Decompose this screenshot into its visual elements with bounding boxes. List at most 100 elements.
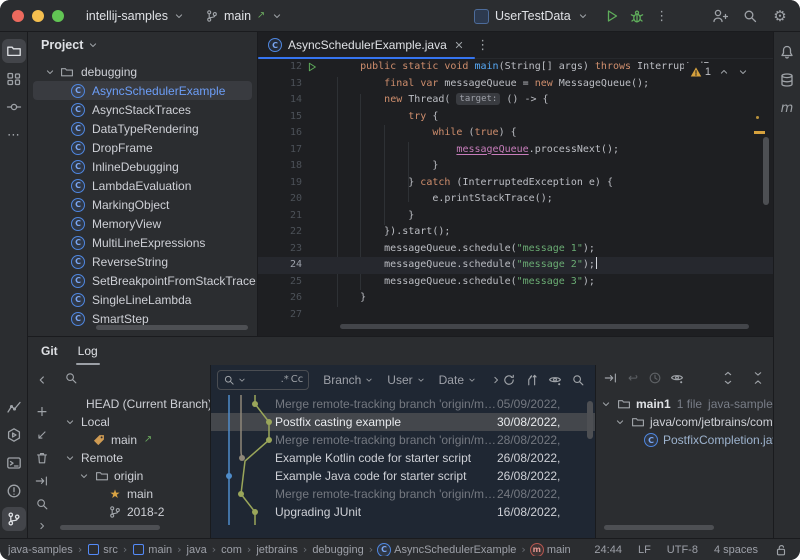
project-tree-item[interactable]: C DropFrame	[28, 138, 257, 157]
commit-row[interactable]: Postfix casting example 30/08/2022,	[211, 413, 595, 431]
breadcrumb-item[interactable]: java	[187, 544, 207, 556]
changed-files-root-row[interactable]: main1 1 file java-samples/sr	[596, 395, 773, 413]
zoom-window-button[interactable]	[52, 9, 64, 22]
breadcrumb-item[interactable]: src	[87, 544, 118, 556]
filter-date[interactable]: Date	[439, 373, 477, 387]
graph-options-button[interactable]	[525, 373, 539, 387]
commit-row[interactable]: Upgrading JUnit 16/08/2022,	[211, 503, 595, 521]
run-button[interactable]	[604, 8, 620, 24]
commit-list-scrollbar[interactable]	[587, 401, 593, 439]
project-tree-item[interactable]: C DataTypeRendering	[28, 119, 257, 138]
files-horizontal-scrollbar[interactable]	[604, 525, 714, 530]
code-area[interactable]: 12 public static void main(String[] args…	[258, 59, 773, 336]
indent-setting[interactable]: 4 spaces	[714, 544, 758, 556]
branch-row[interactable]: Remote	[56, 449, 210, 467]
settings-button[interactable]: ⚙	[772, 8, 788, 24]
breadcrumb-item[interactable]: java-samples	[8, 544, 73, 556]
commit-row[interactable]: Example Java code for starter script 26/0…	[211, 467, 595, 485]
toolwindow-button-version-control[interactable]	[1, 507, 26, 531]
project-tree-root[interactable]: debugging	[28, 62, 257, 81]
more-filters-button[interactable]	[490, 374, 502, 386]
breadcrumb-item[interactable]: main	[132, 544, 172, 556]
match-case-toggle[interactable]: Cc	[291, 375, 303, 385]
breadcrumb-item[interactable]: jetbrains	[256, 544, 298, 556]
branch-row[interactable]: origin	[56, 467, 210, 485]
add-user-button[interactable]	[712, 8, 728, 24]
branch-search-field[interactable]	[56, 365, 210, 391]
collapse-all-button[interactable]	[751, 371, 765, 385]
breadcrumb-item[interactable]: com	[221, 544, 242, 556]
go-to-hash-button[interactable]	[571, 373, 585, 387]
branch-widget[interactable]: main ↗	[199, 6, 289, 26]
delete-branch-button[interactable]	[35, 451, 49, 465]
chevron-down-icon[interactable]	[44, 66, 56, 78]
line-ending[interactable]: LF	[638, 544, 651, 556]
hide-button[interactable]	[35, 373, 49, 387]
commit-row[interactable]: Merge remote-tracking branch 'origin/mai…	[211, 395, 595, 413]
expand-button[interactable]	[36, 520, 48, 532]
find-button[interactable]	[35, 497, 49, 511]
project-tree-item[interactable]: C AsyncStackTraces	[28, 100, 257, 119]
toolwindow-button-profiler[interactable]	[2, 395, 26, 419]
close-window-button[interactable]	[12, 9, 24, 22]
chevron-down-icon[interactable]	[64, 416, 76, 428]
new-branch-button[interactable]: +	[35, 405, 49, 419]
branch-row[interactable]: main ↗	[56, 431, 210, 449]
project-horizontal-scrollbar[interactable]	[96, 325, 248, 330]
next-problem-button[interactable]	[737, 66, 749, 78]
git-tab-log[interactable]: Log	[75, 337, 100, 365]
checkout-button[interactable]: ↙	[35, 428, 49, 442]
toolwindow-button-database[interactable]	[775, 68, 799, 92]
branches-horizontal-scrollbar[interactable]	[60, 525, 160, 530]
toolwindow-button-more-tools[interactable]: ⋯	[2, 123, 26, 147]
editor-horizontal-scrollbar[interactable]	[340, 324, 749, 329]
project-widget[interactable]: intellij-samples	[80, 6, 191, 26]
changed-files-dir-row[interactable]: java/com/jetbrains/compl	[596, 413, 773, 431]
toolwindow-button-services[interactable]	[2, 423, 26, 447]
jump-to-source-button[interactable]	[604, 371, 618, 385]
editor-vertical-scrollbar[interactable]	[763, 137, 769, 205]
chevron-down-icon[interactable]	[614, 416, 626, 428]
toolwindow-button-problems[interactable]	[2, 479, 26, 503]
project-tree-item[interactable]: C AsyncSchedulerExample	[33, 81, 252, 100]
encoding[interactable]: UTF-8	[667, 544, 698, 556]
filter-user[interactable]: User	[387, 373, 425, 387]
history-button[interactable]	[648, 371, 662, 385]
branch-row[interactable]: Local	[56, 413, 210, 431]
project-tree-item[interactable]: C MarkingObject	[28, 195, 257, 214]
project-tree-item[interactable]: C ReverseString	[28, 252, 257, 271]
project-panel-header[interactable]: Project	[28, 32, 257, 58]
more-actions-button[interactable]: ⋮	[654, 8, 670, 24]
project-tree-item[interactable]: C MemoryView	[28, 214, 257, 233]
inspection-widget[interactable]: 1	[683, 63, 751, 81]
regex-toggle[interactable]: .*	[281, 375, 289, 385]
fetch-button[interactable]	[35, 474, 49, 488]
view-options-button[interactable]	[548, 373, 562, 387]
previous-problem-button[interactable]	[718, 66, 730, 78]
project-tree-item[interactable]: C LambdaEvaluation	[28, 176, 257, 195]
git-tab-git[interactable]: Git	[41, 337, 58, 365]
file-lock-indicator[interactable]	[774, 543, 788, 557]
branch-row[interactable]: 2018-2	[56, 503, 210, 521]
commit-search-field[interactable]: .* Cc	[217, 370, 310, 390]
commit-row[interactable]: Example Kotlin code for starter script 26…	[211, 449, 595, 467]
expand-all-button[interactable]	[721, 371, 735, 385]
filter-branch[interactable]: Branch	[323, 373, 374, 387]
project-tree-item[interactable]: C SingleLineLambda	[28, 290, 257, 309]
project-tree-item[interactable]: C MultiLineExpressions	[28, 233, 257, 252]
editor-tab[interactable]: C AsyncSchedulerExample.java	[258, 32, 475, 59]
branch-row[interactable]: HEAD (Current Branch)	[56, 395, 212, 413]
run-line-button[interactable]	[306, 61, 318, 73]
debug-button[interactable]	[629, 8, 645, 24]
rollback-button[interactable]: ↩	[626, 371, 640, 385]
preview-button[interactable]	[670, 371, 684, 385]
changed-files-file-row[interactable]: C PostfixCompletion.java	[596, 431, 773, 449]
refresh-button[interactable]	[502, 373, 516, 387]
breadcrumb-item[interactable]: debugging	[312, 544, 363, 556]
chevron-down-icon[interactable]	[64, 452, 76, 464]
toolwindow-button-structure[interactable]	[2, 67, 26, 91]
toolwindow-button-commit[interactable]	[2, 95, 26, 119]
toolwindow-button-maven[interactable]: m	[775, 96, 799, 120]
toolwindow-button-project[interactable]	[1, 39, 26, 63]
run-configuration-selector[interactable]: UserTestData	[468, 6, 595, 27]
